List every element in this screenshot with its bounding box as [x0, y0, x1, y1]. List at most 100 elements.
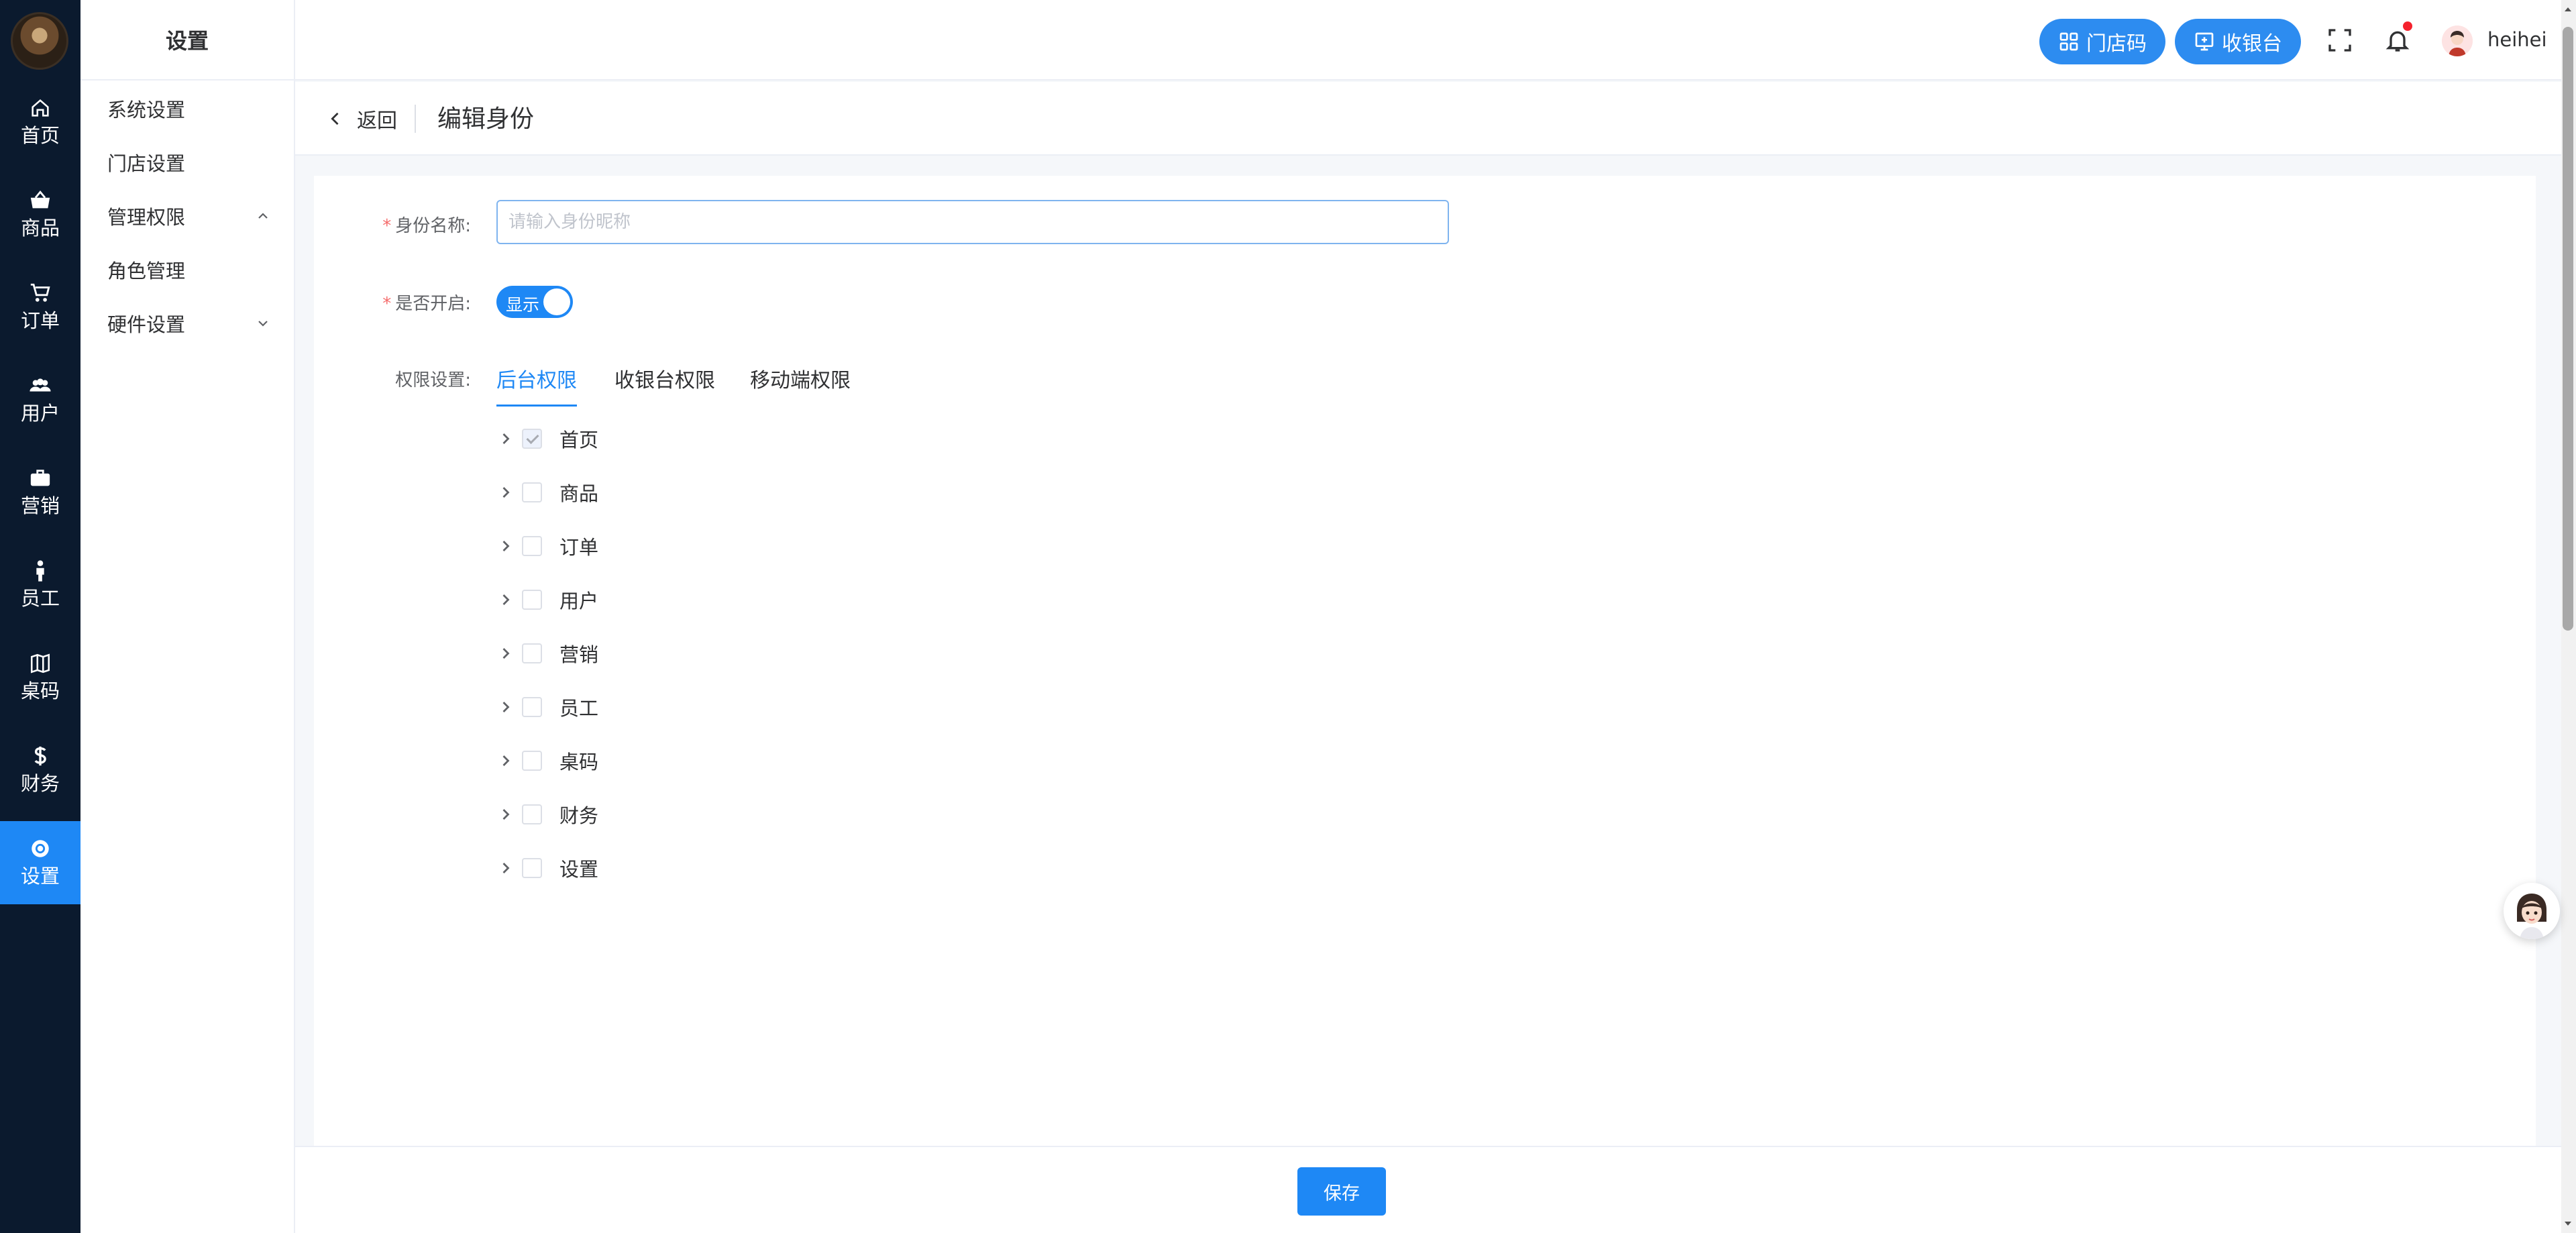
settings-subnav: 设置 系统设置 门店设置 管理权限 角色管理 硬件设置: [80, 0, 295, 1233]
subnav-item-hardware[interactable]: 硬件设置: [80, 297, 294, 350]
assistant-avatar-button[interactable]: [2504, 883, 2560, 939]
tree-node-tables[interactable]: 桌码: [496, 741, 598, 781]
dollar-icon: [34, 746, 46, 766]
subnav-item-permissions[interactable]: 管理权限: [80, 189, 294, 243]
chevron-up-icon: [258, 213, 268, 219]
rail-item-home[interactable]: 首页: [0, 81, 80, 164]
tree-checkbox[interactable]: [522, 804, 542, 824]
store-code-label: 门店码: [2086, 32, 2147, 56]
caret-right-icon[interactable]: [496, 751, 515, 770]
caret-right-icon[interactable]: [496, 537, 515, 555]
tree-checkbox[interactable]: [522, 536, 542, 556]
tree-node-label: 订单: [559, 536, 599, 559]
subnav-item-system[interactable]: 系统设置: [80, 82, 294, 136]
subnav-title: 设置: [80, 0, 294, 81]
person-icon: [36, 560, 44, 582]
back-button[interactable]: 返回: [326, 102, 397, 136]
cashier-label: 收银台: [2222, 32, 2282, 56]
rail-item-label: 订单: [20, 309, 60, 332]
tree-node-orders[interactable]: 订单: [496, 526, 598, 566]
tree-checkbox[interactable]: [522, 590, 542, 610]
required-mark: *: [382, 216, 392, 236]
tree-checkbox[interactable]: [522, 429, 542, 449]
username[interactable]: heihei: [2487, 28, 2547, 51]
tab-cashier-permissions[interactable]: 收银台权限: [614, 364, 715, 407]
rail-item-label: 营销: [20, 494, 60, 517]
tree-node-label: 营销: [559, 643, 599, 666]
tree-node-label: 设置: [559, 858, 599, 881]
subnav-item-roles[interactable]: 角色管理: [80, 243, 294, 297]
rail-item-label: 首页: [20, 124, 60, 147]
scroll-down-icon[interactable]: [2563, 1218, 2573, 1229]
caret-right-icon[interactable]: [496, 483, 515, 502]
rail-item-users[interactable]: 用户: [0, 358, 80, 441]
tree-checkbox[interactable]: [522, 482, 542, 502]
tree-node-label: 用户: [559, 590, 599, 612]
scrollbar-thumb[interactable]: [2563, 27, 2573, 631]
tree-checkbox[interactable]: [522, 697, 542, 717]
user-avatar[interactable]: [2442, 25, 2473, 56]
rail-item-label: 桌码: [20, 680, 60, 702]
caret-right-icon[interactable]: [496, 590, 515, 609]
avatar-icon: [2442, 25, 2473, 56]
notification-dot: [2403, 21, 2412, 31]
caret-right-icon[interactable]: [496, 698, 515, 716]
tree-node-home[interactable]: 首页: [496, 419, 598, 459]
tree-node-label: 商品: [559, 482, 599, 505]
tree-node-label: 财务: [559, 804, 599, 827]
caret-right-icon[interactable]: [496, 805, 515, 824]
rail-item-goods[interactable]: 商品: [0, 173, 80, 256]
rail-item-finance[interactable]: 财务: [0, 729, 80, 812]
page-title: 编辑身份: [437, 105, 535, 133]
tree-node-finance[interactable]: 财务: [496, 794, 598, 835]
tree-checkbox[interactable]: [522, 751, 542, 771]
tree-checkbox[interactable]: [522, 643, 542, 663]
enabled-label-text: 是否开启:: [395, 294, 471, 314]
top-header: 门店码 收银台 heihei: [295, 0, 2563, 81]
tree-node-goods[interactable]: 商品: [496, 472, 598, 513]
cashier-button[interactable]: 收银台: [2175, 19, 2301, 64]
monitor-icon: [2195, 32, 2214, 51]
subnav-item-store[interactable]: 门店设置: [80, 136, 294, 189]
tree-node-label: 首页: [559, 429, 599, 451]
tree-node-marketing[interactable]: 营销: [496, 633, 598, 674]
store-logo[interactable]: [11, 12, 68, 70]
store-code-button[interactable]: 门店码: [2039, 19, 2165, 64]
permission-label: 权限设置:: [395, 370, 471, 390]
enabled-label: * 是否开启:: [314, 290, 471, 315]
save-button[interactable]: 保存: [1297, 1167, 1386, 1216]
tree-node-staff[interactable]: 员工: [496, 687, 598, 727]
tab-mobile-permissions[interactable]: 移动端权限: [750, 364, 851, 407]
tree-node-users[interactable]: 用户: [496, 580, 598, 620]
fullscreen-icon[interactable]: [2326, 27, 2353, 54]
gear-icon: [32, 840, 49, 857]
subnav-item-label: 系统设置: [107, 99, 186, 121]
chevron-down-icon: [258, 321, 268, 327]
rail-item-settings[interactable]: 设置: [0, 821, 80, 904]
tree-node-settings[interactable]: 设置: [496, 848, 598, 888]
rail-item-marketing[interactable]: 营销: [0, 451, 80, 534]
rail-item-label: 财务: [20, 772, 60, 795]
back-label: 返回: [357, 109, 397, 133]
home-icon: [32, 99, 49, 117]
rail-item-staff[interactable]: 员工: [0, 543, 80, 627]
caret-right-icon[interactable]: [496, 644, 515, 663]
scroll-up-icon[interactable]: [2563, 4, 2573, 15]
rail-item-tables[interactable]: 桌码: [0, 636, 80, 719]
tree-checkbox[interactable]: [522, 858, 542, 878]
caret-right-icon[interactable]: [496, 429, 515, 448]
bell-icon[interactable]: [2384, 27, 2411, 54]
caret-right-icon[interactable]: [496, 859, 515, 877]
edit-role-form: *身份名称: *是否开启: 显示 权限设置: 后台权限 收银台权限 移动端权限 …: [314, 176, 2536, 1146]
name-label-text: 身份名称:: [395, 216, 471, 236]
divider: [415, 105, 416, 133]
role-name-input[interactable]: [496, 200, 1449, 244]
enabled-switch[interactable]: 显示: [496, 286, 573, 318]
cart-icon: [30, 283, 50, 302]
rail-item-label: 设置: [20, 865, 60, 888]
tree-node-label: 桌码: [559, 751, 599, 773]
form-footer: 保存: [295, 1146, 2563, 1233]
tab-backend-permissions[interactable]: 后台权限: [496, 364, 577, 407]
rail-item-orders[interactable]: 订单: [0, 266, 80, 349]
page-bar: 返回 编辑身份: [295, 82, 2563, 156]
